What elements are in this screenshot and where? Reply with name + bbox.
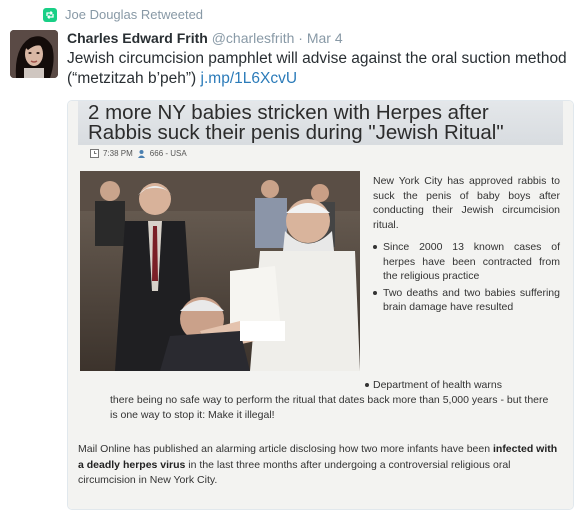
author-name[interactable]: Charles Edward Frith — [67, 30, 208, 46]
article-side-text: New York City has approved rabbis to suc… — [373, 174, 560, 317]
article-paragraph: Mail Online has published an alarming ar… — [78, 442, 560, 489]
bullet-continuation: there being no safe way to perform the r… — [110, 394, 549, 421]
tweet-body: Jewish circumcision pamphlet will advise… — [67, 50, 567, 87]
bullet-item: Since 2000 13 known cases of herpes have… — [373, 240, 560, 284]
avatar[interactable] — [10, 30, 58, 78]
article-bullets: Since 2000 13 known cases of herpes have… — [373, 240, 560, 315]
article-intro: New York City has approved rabbis to suc… — [373, 175, 560, 231]
retweet-icon — [43, 7, 57, 22]
article-meta: 7:38 PM 666 - USA — [90, 149, 187, 158]
tweet-link[interactable]: j.mp/1L6XcvU — [201, 70, 297, 87]
tweet-header: Charles Edward Frith @charlesfrith · Mar… — [67, 30, 343, 46]
paragraph-text-a: Mail Online has published an alarming ar… — [78, 443, 493, 455]
retweet-context: Joe Douglas Retweeted — [43, 7, 203, 22]
tweet-date[interactable]: Mar 4 — [307, 30, 343, 46]
separator: · — [298, 30, 303, 46]
media-card[interactable]: 2 more NY babies stricken with Herpes af… — [67, 100, 574, 510]
bullet-lead: Department of health warns — [90, 378, 555, 393]
retweet-label[interactable]: Joe Douglas Retweeted — [65, 7, 203, 22]
article-screenshot: 2 more NY babies stricken with Herpes af… — [68, 101, 573, 509]
clock-icon — [90, 149, 99, 158]
bullet-item-wide: Department of health warns there being n… — [90, 378, 555, 423]
article-views: 666 - USA — [149, 149, 187, 158]
user-icon — [137, 150, 145, 158]
author-handle[interactable]: @charlesfrith — [212, 30, 295, 46]
article-headline: 2 more NY babies stricken with Herpes af… — [88, 101, 504, 144]
bullet-item: Two deaths and two babies suffering brai… — [373, 286, 560, 315]
article-photo — [80, 171, 360, 371]
article-time: 7:38 PM — [103, 149, 133, 158]
tweet-text: Jewish circumcision pamphlet will advise… — [67, 49, 567, 89]
